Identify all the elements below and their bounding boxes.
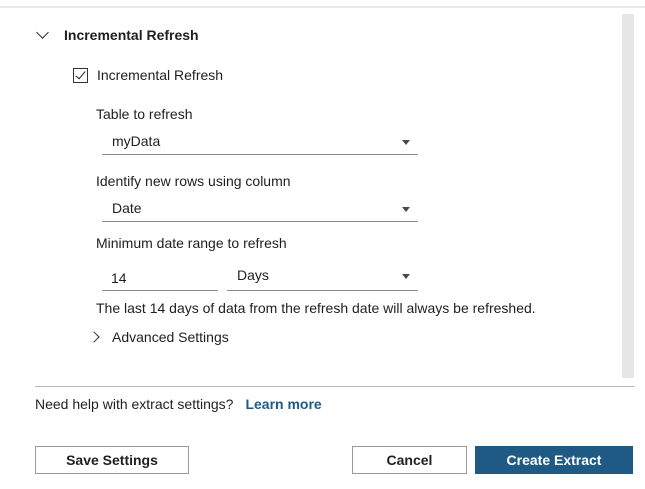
identify-column-label: Identify new rows using column [96, 173, 291, 189]
help-text: Need help with extract settings? [35, 396, 234, 412]
dropdown-caret-icon [402, 140, 410, 145]
chevron-down-icon [36, 26, 49, 39]
advanced-settings-toggle[interactable]: Advanced Settings [88, 329, 229, 345]
create-extract-button[interactable]: Create Extract [475, 446, 633, 474]
table-to-refresh-value: myData [112, 133, 161, 149]
identify-column-value: Date [112, 200, 142, 216]
min-range-unit-value: Days [237, 267, 269, 283]
min-range-amount-input[interactable] [102, 265, 218, 291]
section-title: Incremental Refresh [64, 27, 199, 43]
table-to-refresh-label: Table to refresh [96, 106, 193, 122]
top-border [0, 6, 645, 8]
incremental-refresh-section-toggle[interactable]: Incremental Refresh [36, 26, 199, 43]
vertical-scrollbar[interactable] [622, 14, 634, 378]
extract-settings-dialog: Incremental Refresh Incremental Refresh … [0, 0, 645, 489]
incremental-refresh-checkbox[interactable] [73, 67, 88, 83]
save-settings-button[interactable]: Save Settings [35, 446, 189, 474]
refresh-info-text: The last 14 days of data from the refres… [96, 300, 536, 316]
table-to-refresh-dropdown[interactable]: myData [102, 131, 418, 155]
checkmark-icon [75, 68, 86, 79]
help-row: Need help with extract settings? Learn m… [35, 396, 322, 412]
incremental-refresh-checkbox-row[interactable]: Incremental Refresh [73, 67, 223, 83]
dropdown-caret-icon [402, 274, 410, 279]
learn-more-link[interactable]: Learn more [245, 396, 321, 412]
dropdown-caret-icon [402, 207, 410, 212]
min-range-label: Minimum date range to refresh [96, 235, 287, 251]
divider [35, 386, 635, 387]
min-range-unit-dropdown[interactable]: Days [227, 265, 418, 291]
identify-column-dropdown[interactable]: Date [102, 198, 418, 222]
advanced-settings-label: Advanced Settings [112, 329, 229, 345]
cancel-button[interactable]: Cancel [352, 446, 467, 474]
checkbox-label: Incremental Refresh [97, 67, 224, 83]
chevron-right-icon [88, 331, 100, 343]
